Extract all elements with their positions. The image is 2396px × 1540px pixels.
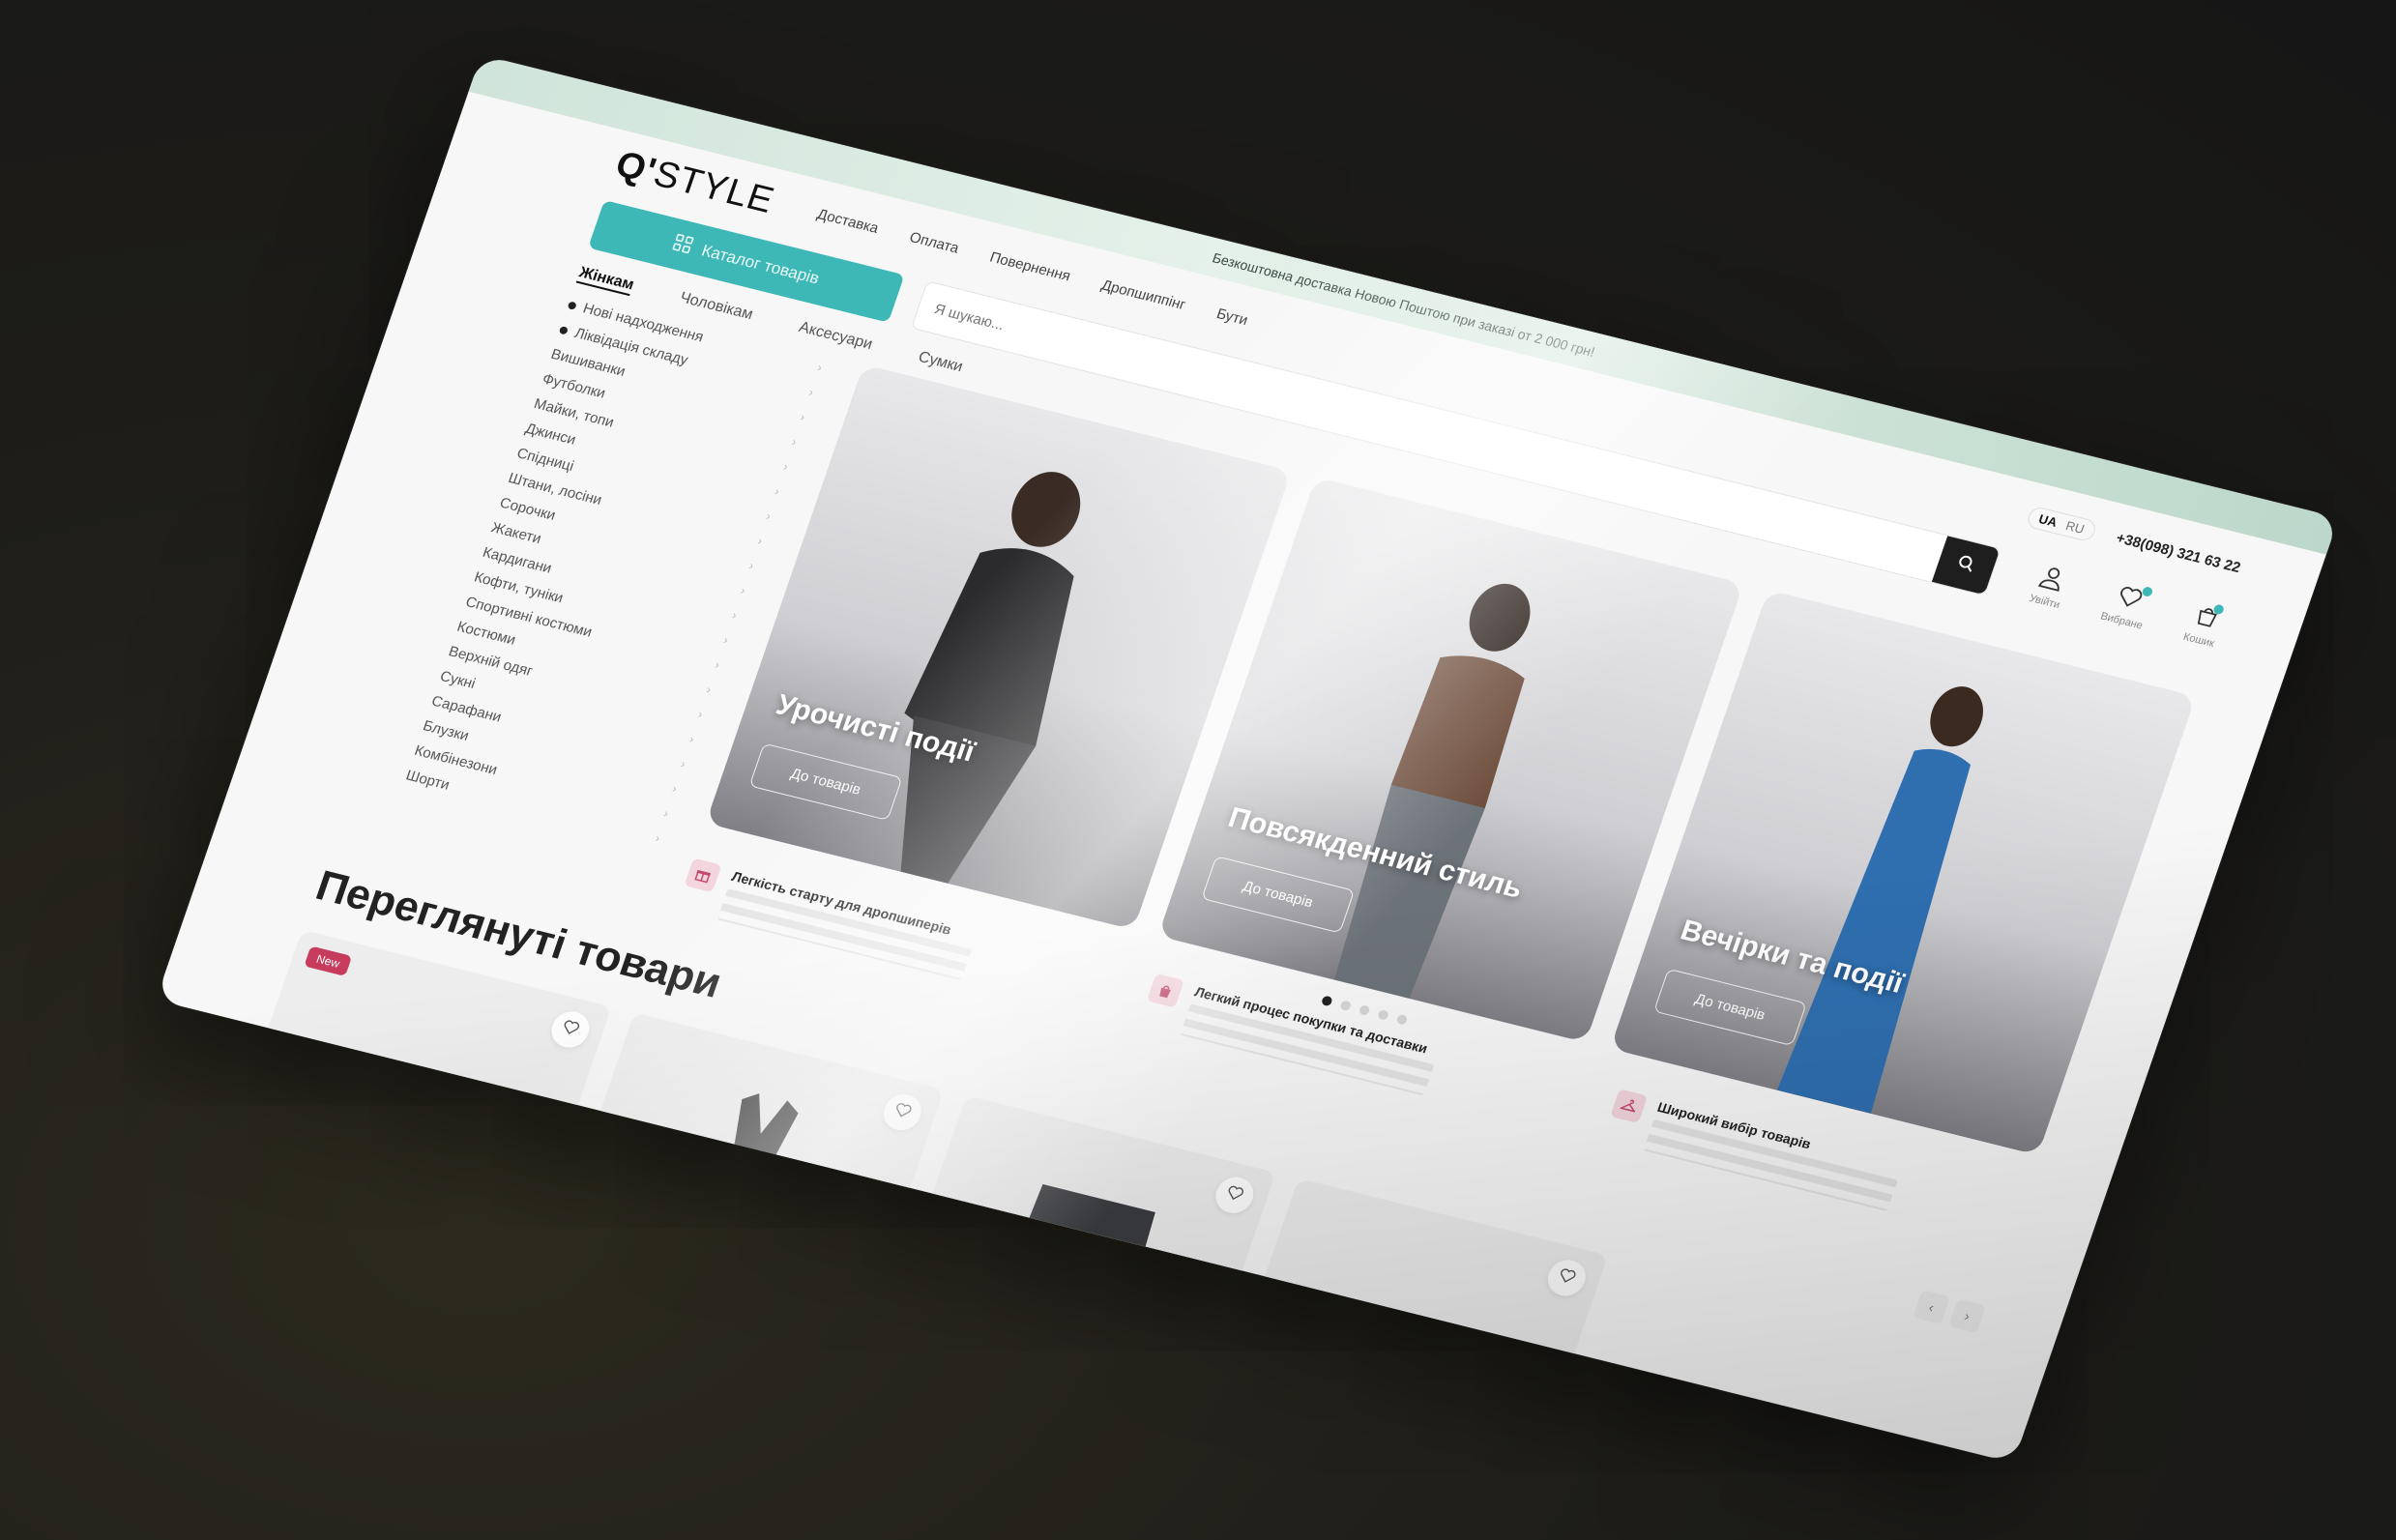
next-button[interactable]: ›: [1948, 1298, 1987, 1334]
nav-returns[interactable]: Повернення: [987, 249, 1072, 285]
slider-dot[interactable]: [1339, 1000, 1353, 1012]
chevron-right-icon: ›: [747, 558, 756, 572]
chevron-right-icon: ›: [756, 533, 765, 548]
language-switch[interactable]: UA RU: [2025, 505, 2098, 543]
cart-button[interactable]: Кошик: [2181, 600, 2226, 650]
chevron-right-icon: ›: [721, 632, 731, 647]
chevron-right-icon: ›: [730, 607, 740, 622]
chevron-right-icon: ›: [679, 756, 688, 770]
product-image-dress: [657, 1093, 799, 1311]
hanger-icon: [1609, 1089, 1648, 1123]
slider-dot[interactable]: [1377, 1008, 1390, 1021]
user-icon: [2035, 563, 2069, 596]
nav-payment[interactable]: Оплата: [907, 229, 961, 257]
lang-ua[interactable]: UA: [2037, 511, 2060, 530]
heart-icon: [1222, 1182, 1246, 1207]
bag-icon: [1147, 973, 1185, 1008]
sidebar-item-label: Сукні: [438, 668, 478, 692]
grid-icon: [670, 233, 694, 258]
product-image-skirt: [278, 1053, 488, 1240]
chevron-right-icon: ›: [713, 656, 722, 672]
chevron-right-icon: ›: [815, 360, 825, 374]
sidebar-item-text: Шорти: [403, 767, 453, 794]
sidebar-item-label: Шорти: [404, 768, 453, 794]
new-badge: New: [304, 945, 353, 976]
chevron-right-icon: ›: [764, 508, 774, 523]
product-card[interactable]: [884, 1095, 1276, 1411]
product-card[interactable]: [552, 1012, 945, 1329]
heart-icon: [2113, 582, 2147, 615]
heart-icon: [1555, 1265, 1579, 1291]
chevron-right-icon: ›: [687, 731, 696, 746]
account-button[interactable]: Увійти: [2028, 562, 2072, 611]
chevron-right-icon: ›: [799, 409, 807, 423]
favorites-button[interactable]: Вибране: [2099, 580, 2155, 631]
gift-icon: [684, 857, 722, 893]
nav-dropshipping[interactable]: Дропшиппінг: [1099, 276, 1188, 313]
chevron-right-icon: ›: [661, 805, 671, 820]
bullet-icon: [567, 301, 577, 310]
favorite-button[interactable]: [1211, 1173, 1259, 1217]
product-image-jeans: [970, 1183, 1155, 1399]
nav-delivery[interactable]: Доставка: [815, 206, 881, 237]
chevron-right-icon: ›: [773, 483, 782, 498]
chevron-right-icon: ›: [696, 707, 705, 721]
chevron-right-icon: ›: [654, 830, 662, 845]
favorite-button[interactable]: [878, 1090, 927, 1135]
website-screen: Безкоштовна доставка Новою Поштою при за…: [156, 54, 2339, 1464]
slider-dot[interactable]: [1358, 1004, 1371, 1016]
model-figure-1: [900, 472, 1081, 884]
sidebar-item-text: Сукні: [437, 668, 478, 692]
favorite-button[interactable]: [546, 1007, 595, 1052]
heart-icon: [558, 1017, 582, 1042]
chevron-right-icon: ›: [790, 434, 799, 449]
heart-icon: [891, 1099, 915, 1124]
model-figure-2: [1333, 583, 1531, 999]
lang-ru[interactable]: RU: [2063, 518, 2086, 537]
product-card[interactable]: New: [219, 929, 612, 1246]
chevron-right-icon: ›: [806, 385, 816, 399]
model-figure-3: [1776, 686, 1983, 1114]
search-icon: [1954, 553, 1978, 578]
nav-extra[interactable]: Бути: [1214, 305, 1250, 329]
bullet-icon: [558, 326, 570, 335]
chevron-right-icon: ›: [781, 458, 790, 474]
product-image-bag: [1288, 1320, 1469, 1464]
chevron-right-icon: ›: [670, 781, 680, 796]
chevron-right-icon: ›: [739, 583, 747, 597]
chevron-right-icon: ›: [705, 682, 714, 696]
slider-dot[interactable]: [1395, 1013, 1409, 1026]
slider-dot[interactable]: [1320, 995, 1333, 1007]
favorite-button[interactable]: [1542, 1256, 1591, 1300]
product-card[interactable]: [1215, 1177, 1609, 1464]
